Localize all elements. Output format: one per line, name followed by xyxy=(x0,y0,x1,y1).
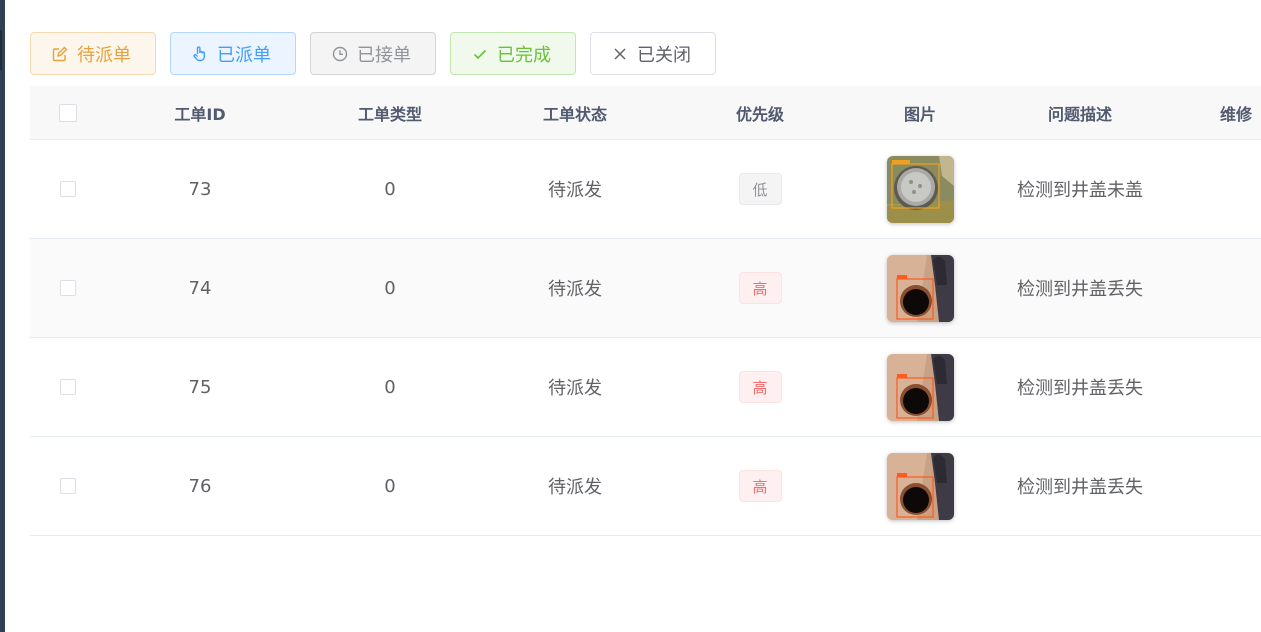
sidebar-edge xyxy=(0,0,5,632)
dispatched-button[interactable]: 已派单 xyxy=(170,32,296,75)
row-select-cell xyxy=(48,239,88,337)
row-select-cell xyxy=(48,338,88,436)
table-header: 工单ID 工单类型 工单状态 优先级 图片 问题描述 维修 xyxy=(30,86,1261,140)
close-icon xyxy=(614,47,626,60)
open-manhole-photo[interactable] xyxy=(886,254,954,322)
dispatched-label: 已派单 xyxy=(217,44,271,66)
header-image: 图片 xyxy=(903,104,936,124)
header-description: 问题描述 xyxy=(1047,104,1112,124)
completed-label: 已完成 xyxy=(497,44,551,66)
image-cell xyxy=(850,437,990,535)
open-manhole-photo[interactable] xyxy=(886,353,954,421)
image-cell xyxy=(850,239,990,337)
description-cell: 检测到井盖丢失 xyxy=(1017,378,1143,399)
image-cell xyxy=(850,338,990,436)
order-id-cell: 74 xyxy=(188,277,212,299)
header-select-cell xyxy=(48,86,88,139)
priority-cell: 低 xyxy=(690,140,830,238)
order-status-cell: 待派发 xyxy=(548,279,602,300)
order-status-cell: 待派发 xyxy=(548,477,602,498)
priority-cell: 高 xyxy=(690,437,830,535)
priority-cell: 高 xyxy=(690,239,830,337)
row-checkbox[interactable] xyxy=(60,280,76,296)
closed-label: 已关闭 xyxy=(637,44,691,66)
header-order-id[interactable]: 工单ID xyxy=(130,86,270,139)
completed-button[interactable]: 已完成 xyxy=(450,32,576,75)
header-priority[interactable]: 优先级 xyxy=(690,86,830,139)
table-row[interactable]: 74 0 待派发 高 检测到井盖丢失 xyxy=(30,239,1261,338)
row-select-cell xyxy=(48,140,88,238)
table-row[interactable]: 76 0 待派发 高 检测到井盖丢失 xyxy=(30,437,1261,536)
image-cell xyxy=(850,140,990,238)
accepted-button[interactable]: 已接单 xyxy=(310,32,436,75)
open-manhole-photo[interactable] xyxy=(886,452,954,520)
table-row[interactable]: 73 0 待派发 低 检测到井盖未盖 xyxy=(30,140,1261,239)
pending-dispatch-label: 待派单 xyxy=(77,44,131,66)
priority-tag: 低 xyxy=(738,173,782,205)
sidebar-edge-notch xyxy=(0,30,2,70)
priority-cell: 高 xyxy=(690,338,830,436)
header-order-status[interactable]: 工单状态 xyxy=(505,86,645,139)
row-checkbox[interactable] xyxy=(60,379,76,395)
order-id-cell: 73 xyxy=(188,178,212,200)
closed-button[interactable]: 已关闭 xyxy=(590,32,716,75)
order-type-cell: 0 xyxy=(384,277,396,299)
description-cell: 检测到井盖丢失 xyxy=(1017,279,1143,300)
row-checkbox[interactable] xyxy=(60,478,76,494)
manhole-cover-photo[interactable] xyxy=(886,155,954,223)
pending-dispatch-button[interactable]: 待派单 xyxy=(30,32,156,75)
order-status-cell: 待派发 xyxy=(548,378,602,399)
priority-tag: 高 xyxy=(738,470,782,502)
description-cell: 检测到井盖丢失 xyxy=(1017,477,1143,498)
status-filter-toolbar: 待派单 已派单 已接单 已完成 已关闭 xyxy=(30,32,716,75)
priority-tag: 高 xyxy=(738,272,782,304)
order-id-cell: 76 xyxy=(188,475,212,497)
order-type-cell: 0 xyxy=(384,376,396,398)
order-type-cell: 0 xyxy=(384,475,396,497)
description-cell: 检测到井盖未盖 xyxy=(1017,180,1143,201)
header-order-type[interactable]: 工单类型 xyxy=(320,86,460,139)
work-order-table: 工单ID 工单类型 工单状态 优先级 图片 问题描述 维修 73 0 待派发 低 xyxy=(30,86,1261,536)
header-repair: 维修 xyxy=(1220,104,1253,124)
order-type-cell: 0 xyxy=(384,178,396,200)
edit-icon xyxy=(52,46,68,61)
clock-icon xyxy=(332,46,348,61)
order-id-cell: 75 xyxy=(188,376,212,398)
select-all-checkbox[interactable] xyxy=(59,103,77,122)
table-row[interactable]: 75 0 待派发 高 检测到井盖丢失 xyxy=(30,338,1261,437)
pointer-icon xyxy=(193,45,205,61)
row-select-cell xyxy=(48,437,88,535)
priority-tag: 高 xyxy=(738,371,782,403)
accepted-label: 已接单 xyxy=(357,44,411,66)
check-icon xyxy=(473,49,487,59)
row-checkbox[interactable] xyxy=(60,181,76,197)
order-status-cell: 待派发 xyxy=(548,180,602,201)
